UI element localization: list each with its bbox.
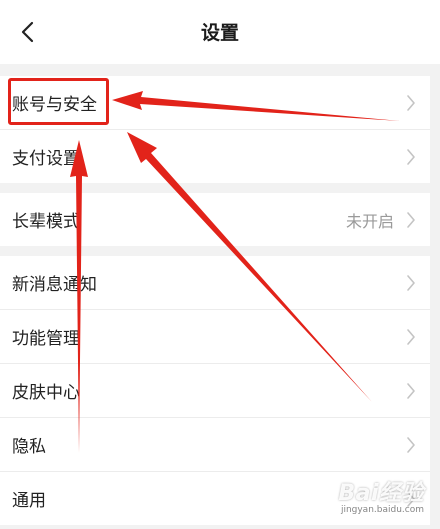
settings-section-elder: 长辈模式 未开启: [0, 193, 430, 246]
chevron-right-icon: [407, 94, 415, 111]
settings-item-label: 新消息通知: [12, 275, 97, 295]
chevron-right-icon: [407, 274, 415, 291]
chevron-right-icon: [407, 490, 415, 507]
chevron-right-icon: [407, 436, 415, 453]
settings-section-general: 新消息通知 功能管理 皮肤中心 隐私 通用: [0, 256, 430, 525]
page-title: 设置: [200, 22, 239, 44]
settings-item-privacy[interactable]: 隐私: [0, 417, 430, 471]
settings-item-label: 账号与安全: [12, 95, 97, 115]
settings-item-notifications[interactable]: 新消息通知: [0, 256, 430, 309]
chevron-right-icon: [407, 148, 415, 165]
settings-item-label: 通用: [12, 491, 46, 511]
settings-item-label: 皮肤中心: [12, 383, 80, 403]
chevron-right-icon: [407, 211, 415, 228]
top-bar: 设置: [0, 0, 440, 64]
chevron-right-icon: [407, 382, 415, 399]
settings-section-account: 账号与安全 支付设置: [0, 76, 430, 183]
chevron-right-icon: [407, 328, 415, 345]
settings-item-payment[interactable]: 支付设置: [0, 129, 430, 183]
settings-item-label: 支付设置: [12, 149, 80, 169]
settings-item-general[interactable]: 通用: [0, 471, 430, 525]
settings-item-value: 未开启: [345, 211, 394, 231]
settings-item-elder-mode[interactable]: 长辈模式 未开启: [0, 193, 430, 246]
settings-item-skin-center[interactable]: 皮肤中心: [0, 363, 430, 417]
settings-item-account-security[interactable]: 账号与安全: [0, 76, 430, 129]
settings-item-label: 功能管理: [12, 329, 80, 349]
settings-item-label: 长辈模式: [12, 212, 80, 232]
settings-item-label: 隐私: [12, 437, 46, 457]
settings-item-feature-management[interactable]: 功能管理: [0, 309, 430, 363]
